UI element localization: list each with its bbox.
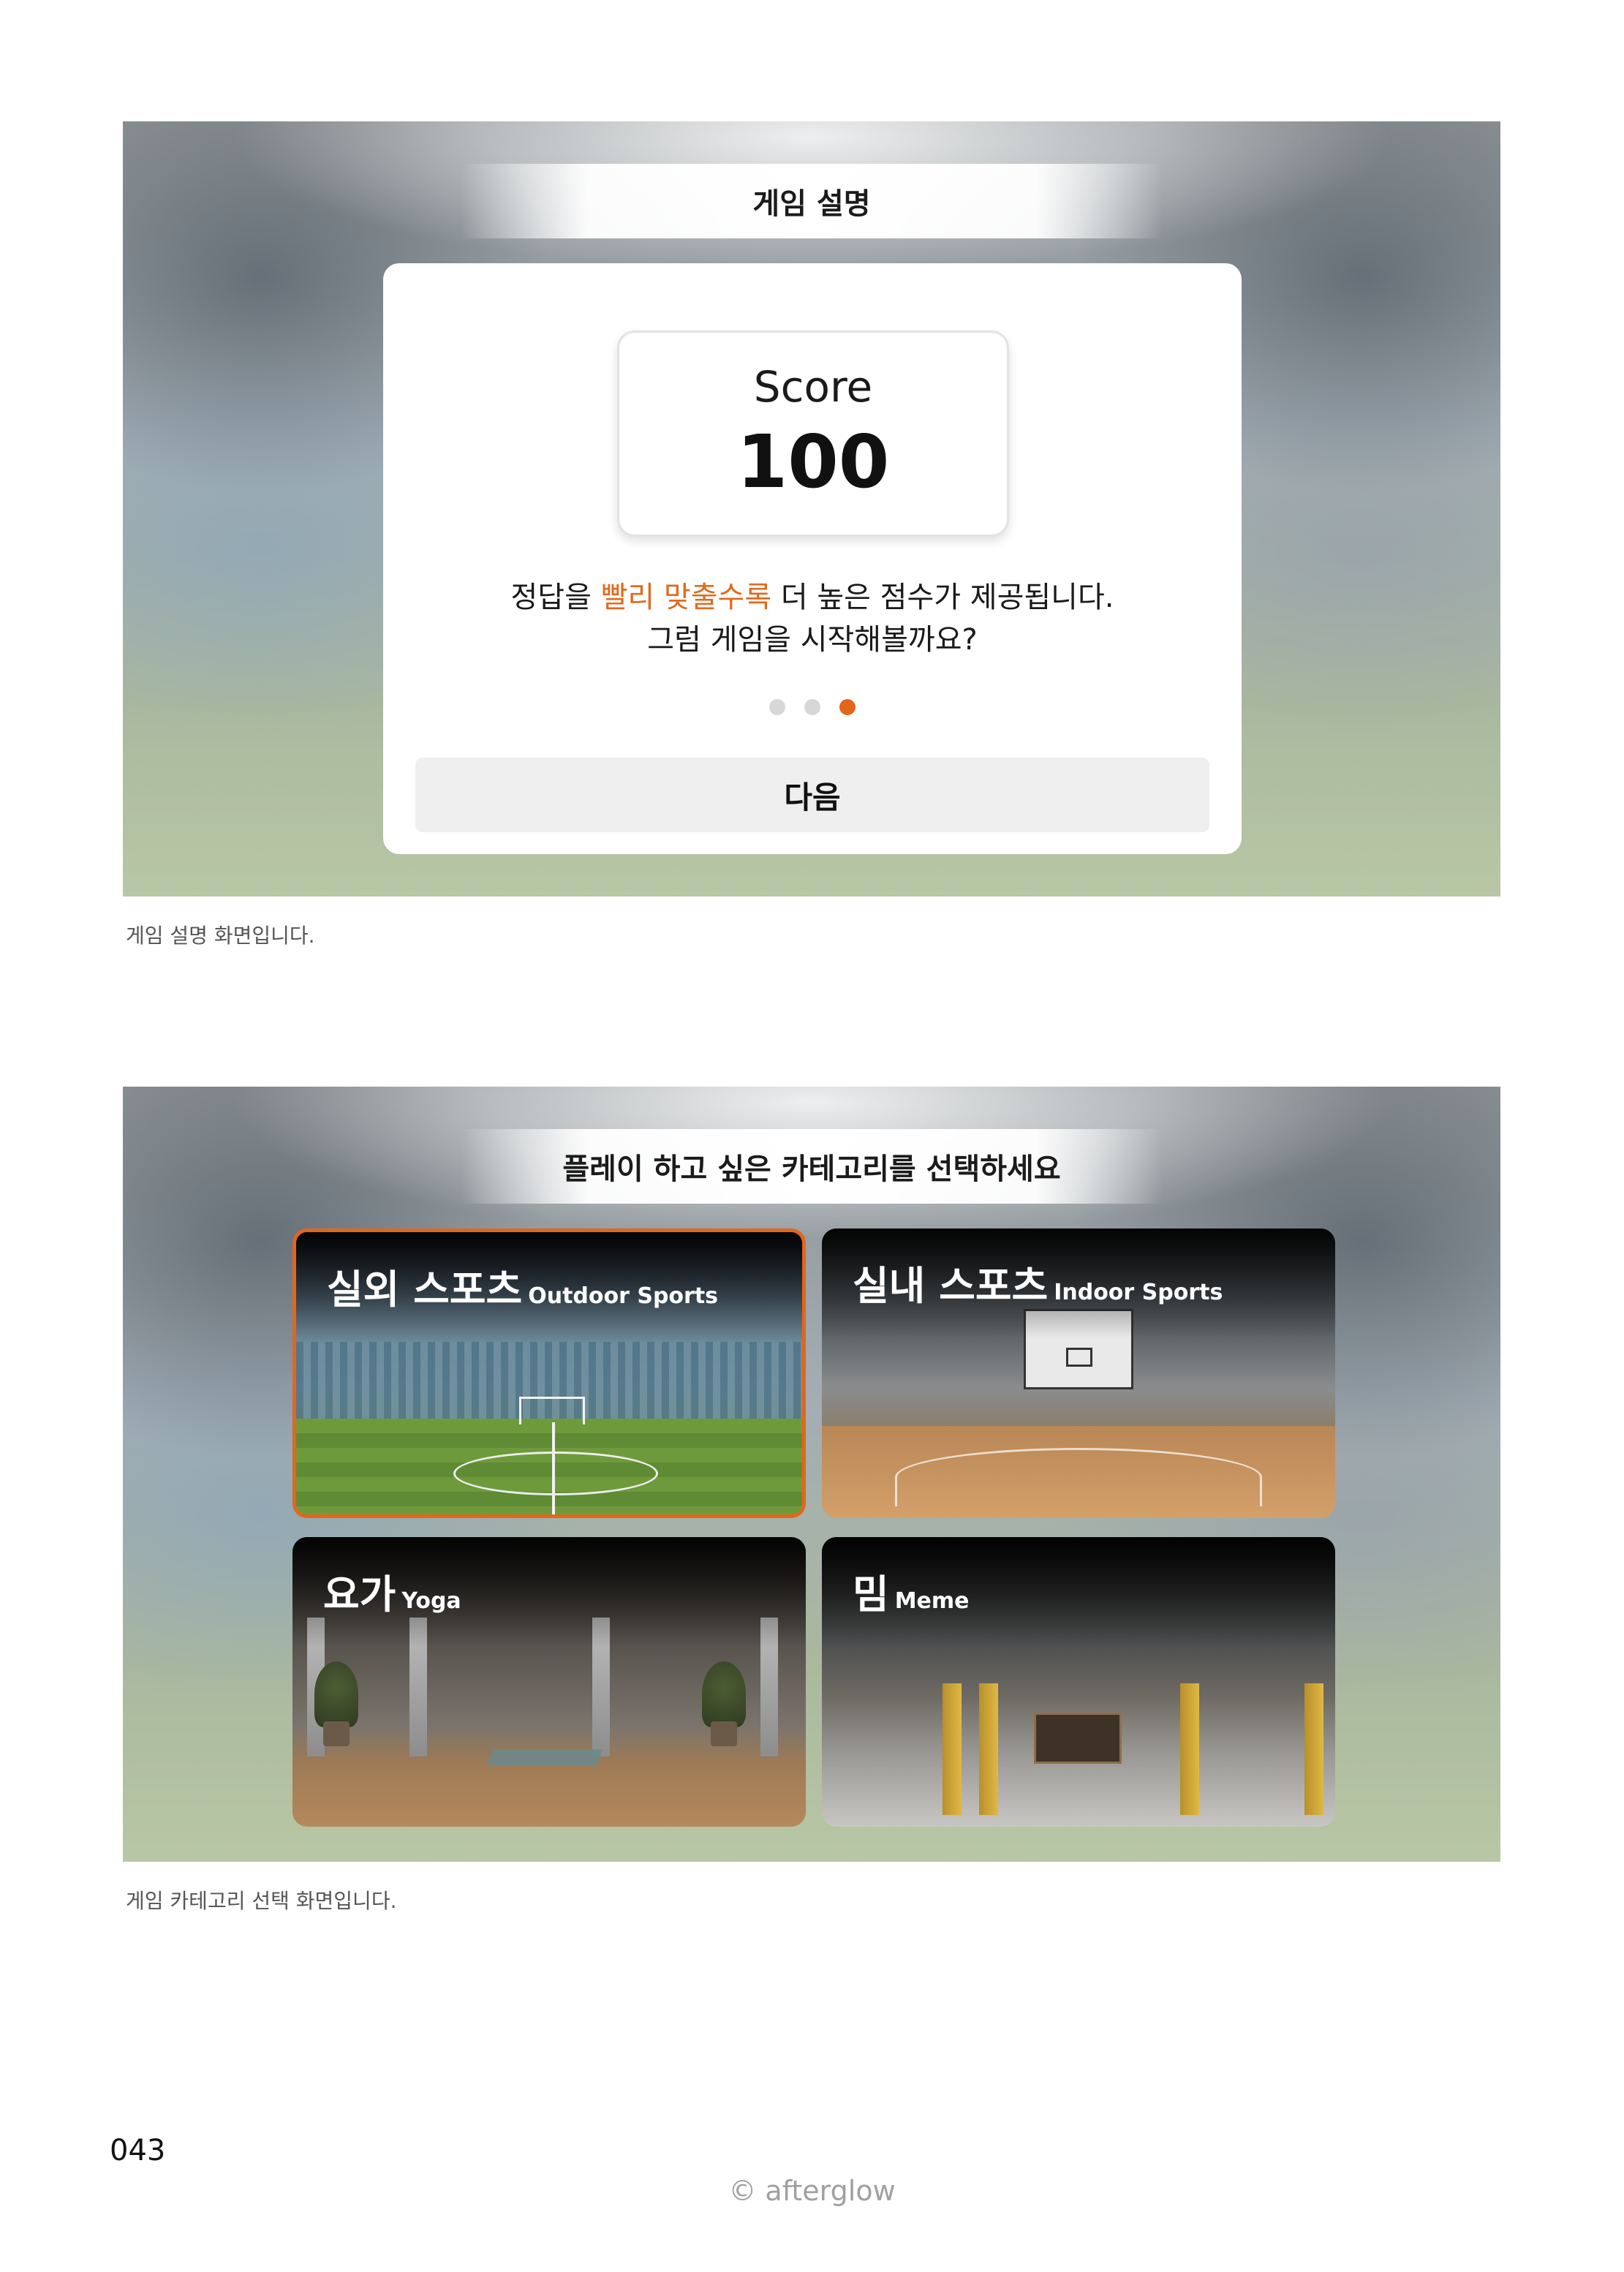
- desc-text: 더 높은 점수가 제공됩니다.: [771, 581, 1114, 614]
- category-tile-yoga[interactable]: 요가 Yoga: [292, 1537, 806, 1827]
- category-title: 요가 Yoga: [323, 1562, 461, 1620]
- category-title: 실내 스포츠 Indoor Sports: [853, 1253, 1223, 1311]
- game-explanation-screen: 게임 설명 Score 100 정답을 빨리 맞출수록 더 높은 점수가 제공됩…: [123, 121, 1500, 897]
- screen-title: 게임 설명: [461, 164, 1163, 238]
- category-name: 실내 스포츠: [853, 1263, 1049, 1309]
- category-tile-indoor-sports[interactable]: 실내 스포츠 Indoor Sports: [822, 1229, 1335, 1518]
- category-tile-outdoor-sports[interactable]: 실외 스포츠 Outdoor Sports: [292, 1229, 806, 1518]
- next-button[interactable]: 다음: [415, 758, 1209, 832]
- category-title: 밈 Meme: [853, 1562, 970, 1620]
- desc-highlight: 빨리 맞출수록: [600, 581, 772, 614]
- category-subtitle: Outdoor Sports: [528, 1283, 719, 1309]
- page-number: 043: [110, 2134, 166, 2167]
- page-dot[interactable]: [804, 699, 820, 715]
- caption-explanation: 게임 설명 화면입니다.: [126, 924, 315, 948]
- category-select-screen: 플레이 하고 싶은 카테고리를 선택하세요 실외 스포츠 Outdoor Spor…: [123, 1087, 1500, 1862]
- page-dot-active[interactable]: [839, 699, 856, 715]
- desc-line2: 그럼 게임을 시작해볼까요?: [647, 623, 978, 657]
- category-tile-meme[interactable]: 밈 Meme: [822, 1537, 1335, 1827]
- category-subtitle: Indoor Sports: [1054, 1280, 1223, 1305]
- category-title: 실외 스포츠 Outdoor Sports: [327, 1257, 718, 1315]
- copyright-footer: © afterglow: [728, 2175, 896, 2207]
- category-subtitle: Yoga: [401, 1588, 461, 1614]
- category-name: 밈: [853, 1571, 889, 1618]
- score-label: Score: [753, 362, 873, 412]
- desc-text: 정답을: [510, 581, 601, 614]
- page-dot[interactable]: [769, 699, 785, 715]
- page-indicator: [383, 699, 1242, 715]
- explanation-text: 정답을 빨리 맞출수록 더 높은 점수가 제공됩니다. 그럼 게임을 시작해볼까…: [383, 576, 1242, 661]
- category-name: 요가: [323, 1571, 396, 1618]
- screen-title: 플레이 하고 싶은 카테고리를 선택하세요: [461, 1129, 1163, 1204]
- explanation-card: Score 100 정답을 빨리 맞출수록 더 높은 점수가 제공됩니다. 그럼…: [383, 263, 1242, 854]
- category-name: 실외 스포츠: [327, 1267, 523, 1313]
- category-subtitle: Meme: [894, 1588, 970, 1614]
- score-value: 100: [736, 419, 890, 505]
- caption-category: 게임 카테고리 선택 화면입니다.: [126, 1889, 397, 1913]
- score-box: Score 100: [617, 331, 1009, 537]
